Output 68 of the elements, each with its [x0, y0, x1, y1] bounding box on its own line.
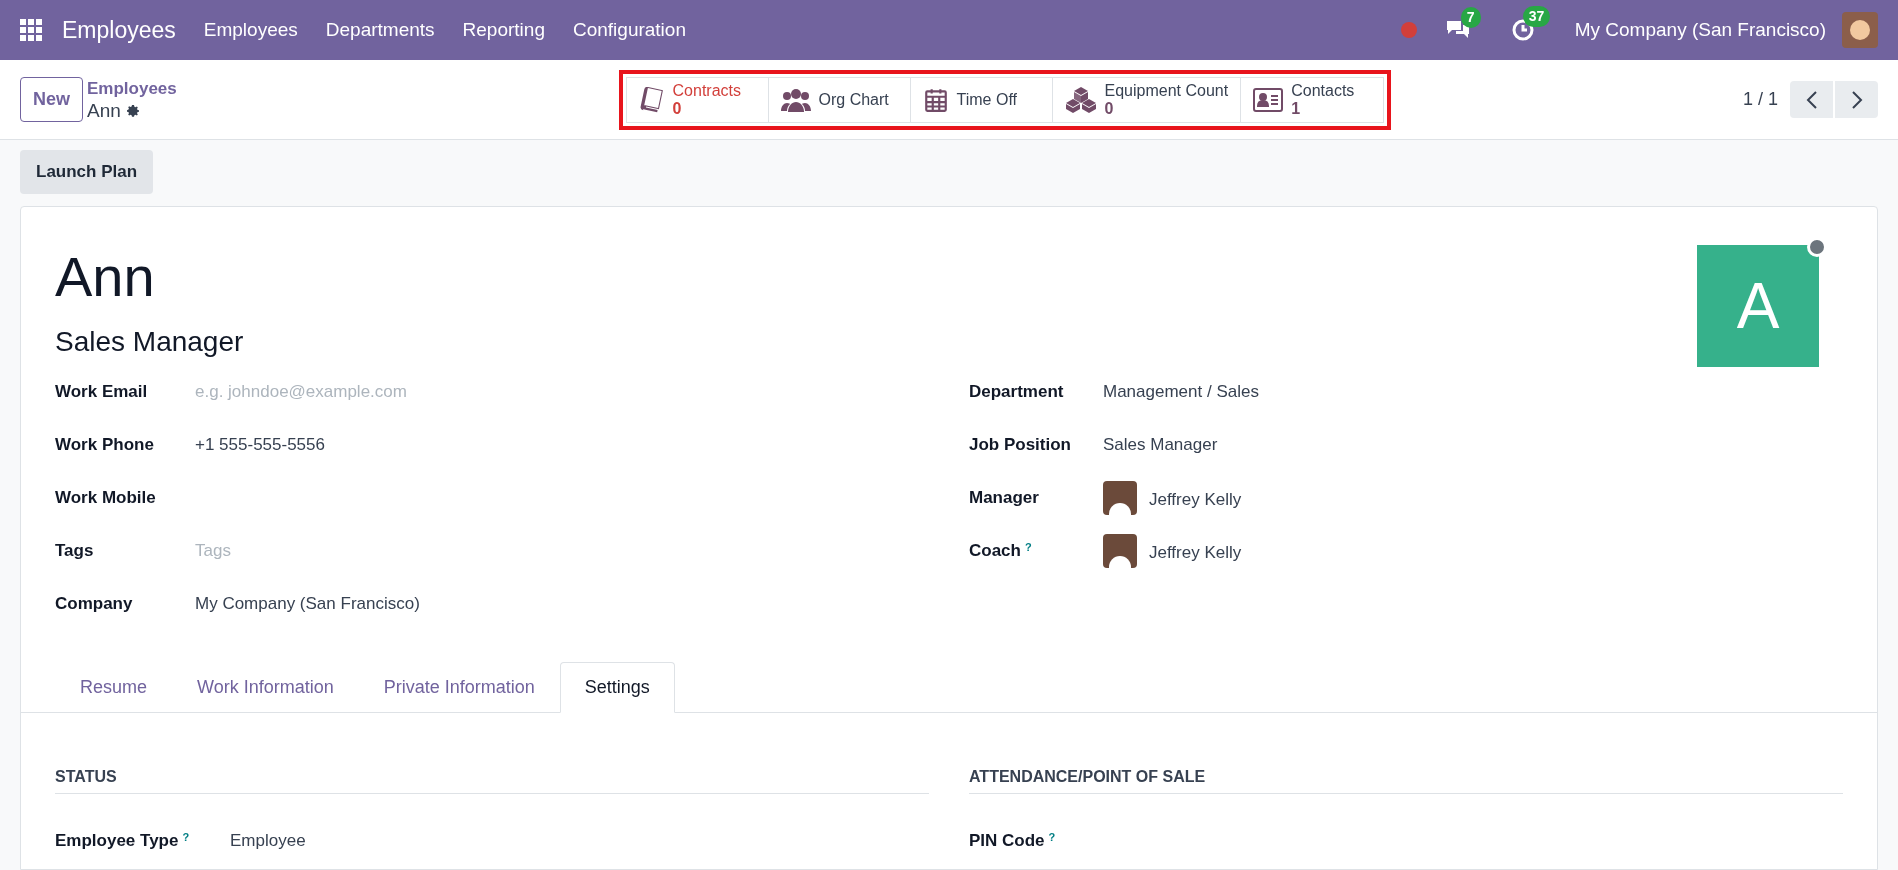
field-label: Work Mobile	[55, 488, 156, 507]
form-tab[interactable]: Private Information	[358, 662, 560, 713]
settings-icon[interactable]	[124, 102, 141, 119]
field-value[interactable]: Employee	[230, 828, 306, 854]
help-tooltip-icon[interactable]: ?	[1024, 540, 1032, 553]
field-label: Coach	[969, 541, 1021, 560]
smart-button-label: Contacts	[1291, 81, 1355, 100]
user-avatar	[1103, 481, 1137, 515]
company-switcher[interactable]: My Company (San Francisco)	[1574, 15, 1826, 45]
field-label: Work Phone	[55, 435, 154, 454]
book-icon	[638, 86, 665, 113]
previous-button[interactable]	[1790, 81, 1833, 118]
help-tooltip-icon[interactable]: ?	[182, 830, 190, 843]
cubes-icon	[1064, 85, 1097, 114]
recording-indicator-icon	[1400, 22, 1417, 38]
nav-menu-item[interactable]: Reporting	[462, 15, 545, 45]
input-field[interactable]: Tags	[195, 534, 929, 564]
field-label: Tags	[55, 541, 94, 560]
app-grid-icon[interactable]	[20, 19, 42, 41]
job-title: Sales Manager	[55, 325, 245, 359]
chevron-left-icon	[1805, 89, 1818, 110]
form-tab[interactable]: Settings	[559, 662, 675, 713]
pager-value[interactable]: 1 / 1	[1742, 86, 1778, 113]
help-tooltip-icon[interactable]: ?	[1048, 830, 1056, 843]
field-label: Department	[969, 382, 1064, 401]
field-label: Company	[55, 594, 133, 613]
launch-plan-button[interactable]: Launch Plan	[20, 150, 154, 194]
people-icon	[780, 86, 811, 113]
avatar-placeholder[interactable]: A	[1697, 245, 1819, 367]
field-label: Work Email	[55, 382, 148, 401]
field-value[interactable]: Jeffrey Kelly	[1149, 483, 1242, 513]
smart-button-label: Equipment Count	[1104, 81, 1229, 100]
field-value[interactable]: Jeffrey Kelly	[1149, 536, 1242, 566]
smart-button-count: 0	[672, 99, 683, 118]
field-value[interactable]: +1 555-555-5556	[195, 428, 325, 458]
nav-menu-item[interactable]: Employees	[203, 15, 298, 45]
user-avatar[interactable]	[1842, 12, 1878, 48]
breadcrumb-link[interactable]: Employees	[87, 77, 177, 100]
field-label: Manager	[969, 488, 1039, 507]
app-title[interactable]: Employees	[62, 12, 176, 48]
field-label: Job Position	[969, 435, 1071, 454]
smart-button-label: Contracts	[672, 81, 741, 100]
activity-count-badge: 37	[1522, 6, 1551, 27]
field-value[interactable]: Management / Sales	[1103, 375, 1259, 405]
nav-menu-item[interactable]: Configuration	[572, 15, 686, 45]
new-button[interactable]: New	[20, 77, 83, 122]
section-heading: ATTENDANCE/POINT OF SALE	[969, 768, 1206, 785]
input-field[interactable]: e.g. johndoe@example.com	[195, 375, 929, 405]
smart-button-label: Org Chart	[818, 89, 889, 110]
chevron-right-icon	[1850, 89, 1863, 110]
field-label: PIN Code	[969, 831, 1045, 850]
field-value[interactable]: Sales Manager	[1103, 428, 1218, 458]
field-label: Employee Type	[55, 831, 179, 850]
user-avatar	[1103, 534, 1137, 568]
message-count-badge: 7	[1460, 7, 1481, 28]
smart-button-count: 0	[1104, 99, 1115, 118]
next-button[interactable]	[1835, 81, 1878, 118]
field-value[interactable]: My Company (San Francisco)	[195, 587, 420, 617]
employee-name: Ann	[55, 245, 156, 309]
smart-button-count: 1	[1291, 99, 1302, 118]
form-tab[interactable]: Resume	[55, 662, 173, 713]
breadcrumb-current: Ann	[87, 99, 121, 122]
form-tab[interactable]: Work Information	[172, 662, 359, 713]
calendar-icon	[922, 86, 949, 113]
smart-button-label: Time Off	[956, 89, 1017, 110]
contact-card-icon	[1253, 87, 1284, 112]
section-heading: STATUS	[55, 768, 117, 785]
nav-menu-item[interactable]: Departments	[325, 15, 435, 45]
